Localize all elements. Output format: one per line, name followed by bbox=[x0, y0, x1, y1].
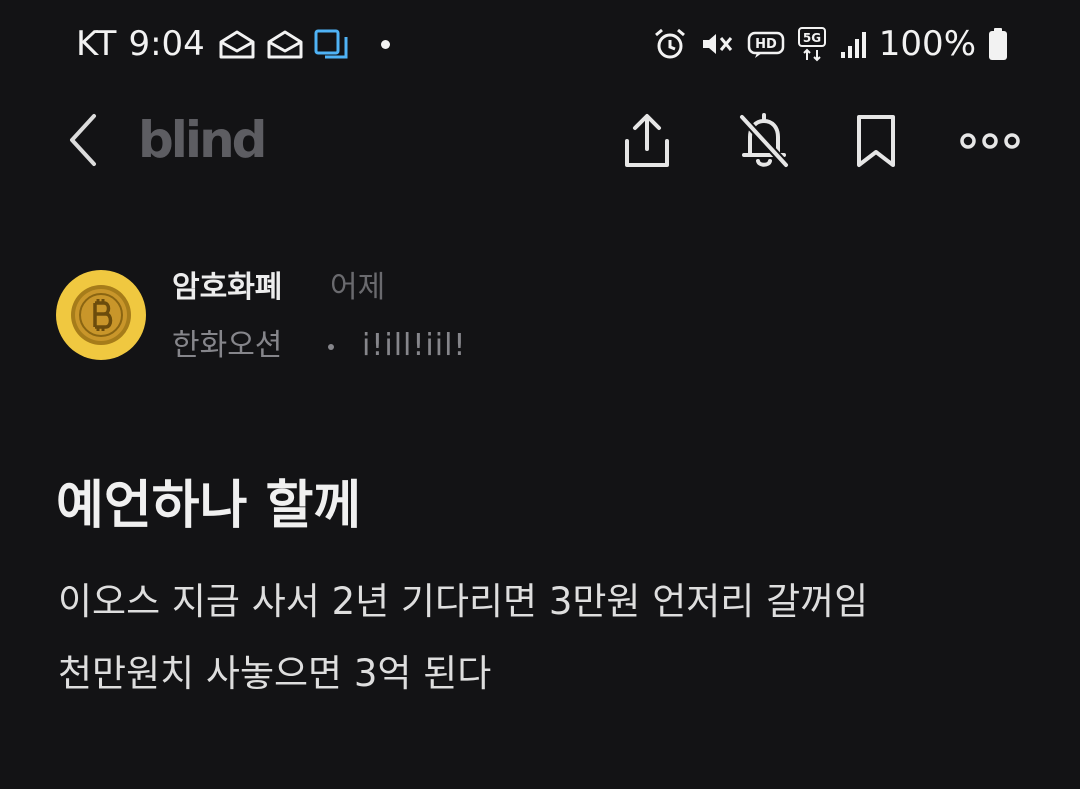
battery-icon bbox=[988, 27, 1008, 61]
post-body-line: 이오스 지금 사서 2년 기다리면 3만원 언저리 갈꺼임 bbox=[58, 580, 869, 623]
mail-icon bbox=[265, 28, 305, 60]
svg-text:5G: 5G bbox=[803, 31, 821, 45]
post-body-line: 천만원치 사놓으면 3억 된다 bbox=[58, 652, 492, 695]
more-icon bbox=[960, 133, 1020, 149]
vibrate-mute-icon bbox=[699, 28, 735, 60]
hd-voice-icon: HD bbox=[747, 28, 785, 60]
clock: 9:04 bbox=[128, 24, 205, 64]
avatar[interactable] bbox=[56, 270, 146, 360]
post-body: 이오스 지금 사서 2년 기다리면 3만원 언저리 갈꺼임 천만원치 사놓으면 … bbox=[58, 566, 1038, 710]
meta-separator-dot bbox=[328, 344, 334, 350]
carrier-label: KT bbox=[76, 24, 117, 64]
status-bar-left: KT 9:04 bbox=[76, 22, 390, 66]
author-handle: i!ill!iil! bbox=[362, 328, 467, 363]
author-name[interactable]: 암호화폐 bbox=[172, 266, 282, 310]
back-icon bbox=[70, 114, 96, 166]
bitcoin-coin-icon bbox=[71, 285, 131, 345]
signal-icon bbox=[839, 28, 869, 60]
share-icon bbox=[625, 114, 669, 167]
screen-cast-icon bbox=[313, 28, 349, 60]
notifications-off-icon bbox=[738, 113, 790, 169]
author-info: 암호화폐 어제 한화오션 i!ill!iil! bbox=[56, 266, 956, 376]
alarm-icon bbox=[653, 27, 687, 61]
battery-percent: 100% bbox=[878, 24, 976, 64]
svg-text:HD: HD bbox=[755, 37, 777, 52]
post-title: 예언하나 할께 bbox=[56, 476, 362, 536]
bookmark-button[interactable] bbox=[843, 108, 909, 174]
app-bar: blind bbox=[0, 96, 1080, 186]
author-company[interactable]: 한화오션 bbox=[172, 324, 282, 368]
post-timestamp: 어제 bbox=[330, 270, 386, 305]
5g-icon: 5G bbox=[797, 26, 827, 62]
status-bar: KT 9:04 HD 5G 100% bbox=[0, 0, 1080, 86]
back-button[interactable] bbox=[56, 112, 112, 168]
more-button[interactable] bbox=[957, 108, 1023, 174]
bookmark-icon bbox=[857, 115, 895, 167]
mail-icon bbox=[217, 28, 257, 60]
notification-dot bbox=[380, 39, 390, 49]
status-bar-right: HD 5G 100% bbox=[641, 22, 1008, 66]
notifications-off-button[interactable] bbox=[731, 108, 797, 174]
brand-logo: blind bbox=[138, 111, 267, 169]
share-button[interactable] bbox=[614, 108, 680, 174]
